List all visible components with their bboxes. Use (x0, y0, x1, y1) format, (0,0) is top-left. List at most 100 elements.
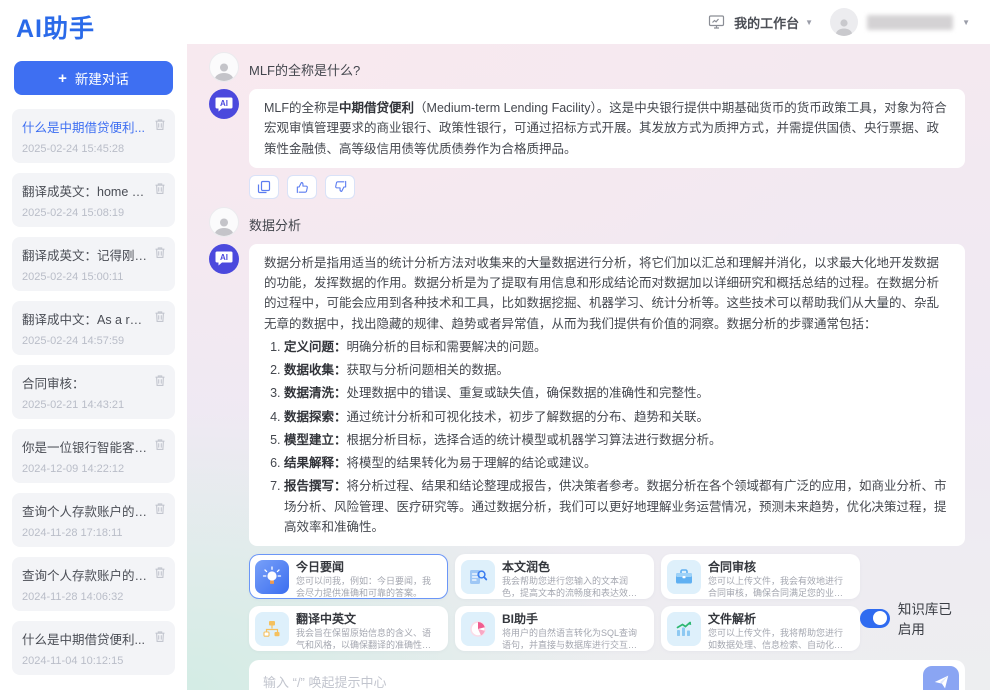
conversation-title: 翻译成中文：As a reader... (22, 309, 165, 328)
ai-message-row: AI 数据分析是指用适当的统计分析方法对收集来的大量数据进行分析，将它们加以汇总… (209, 244, 965, 546)
conversation-title: 查询个人存款账户的最新... (22, 565, 165, 584)
workspace-label: 我的工作台 (734, 13, 799, 32)
chevron-down-icon[interactable]: ▼ (962, 18, 970, 27)
conversation-item[interactable]: 你是一位银行智能客服，... 2024-12-09 14:22:12 (12, 429, 175, 483)
knowledge-base-toggle[interactable] (860, 609, 890, 628)
card-file-parse[interactable]: 文件解析 您可以上传文件，我将帮助您进行如数据处理、信息检索、自动化办公等。 (661, 606, 860, 651)
conversation-title: 翻译成英文：记得刚开始... (22, 245, 165, 264)
conversation-timestamp: 2025-02-24 15:00:11 (22, 271, 165, 283)
card-title: 文件解析 (708, 612, 851, 627)
card-title: 翻译中英文 (296, 612, 439, 627)
knowledge-base-label: 知识库已启用 (898, 598, 965, 638)
answer-prefix: MLF的全称是 (264, 101, 339, 115)
conversation-timestamp: 2024-11-28 17:18:11 (22, 527, 165, 539)
delete-conversation-icon[interactable] (154, 182, 166, 195)
conversation-title: 翻译成英文：home home (22, 181, 165, 200)
delete-conversation-icon[interactable] (154, 566, 166, 579)
analysis-step: 定义问题：明确分析的目标和需要解决的问题。 (284, 337, 950, 357)
step-term: 数据探索： (284, 410, 347, 424)
conversation-list: 什么是中期借贷便利... 2025-02-24 15:45:28 翻译成英文：h… (0, 109, 187, 675)
conversation-title: 什么是中期借贷便利... (22, 117, 165, 136)
bulb-icon (255, 560, 289, 594)
card-title: BI助手 (502, 612, 645, 627)
user-avatar[interactable] (830, 8, 858, 36)
card-description: 您可以上传文件，我会有效地进行合同审核，确保合同满足您的业务需求。 (708, 575, 851, 599)
user-message-row: 数据分析 (209, 207, 965, 237)
username-redacted (867, 15, 953, 30)
step-term: 模型建立： (284, 433, 347, 447)
workspace-menu[interactable]: 我的工作台 ▼ (734, 13, 813, 32)
delete-conversation-icon[interactable] (154, 438, 166, 451)
card-description: 我会帮助您进行您输入的文本润色，提高文本的流畅度和表达效果。 (502, 575, 645, 599)
toggle-knob (873, 611, 887, 625)
conversation-timestamp: 2024-11-28 14:06:32 (22, 591, 165, 603)
top-header: 我的工作台 ▼ ▼ (187, 0, 990, 44)
send-button[interactable] (923, 666, 959, 690)
card-description: 我会旨在保留原始信息的含义、语气和风格，以确保翻译的准确性和自然流畅。 (296, 627, 439, 651)
conversation-item[interactable]: 什么是中期借贷便利... 2024-11-04 10:12:15 (12, 621, 175, 675)
conversation-item[interactable]: 翻译成英文：记得刚开始... 2025-02-24 15:00:11 (12, 237, 175, 291)
thumbs-up-button[interactable] (287, 175, 317, 199)
card-bi-assistant[interactable]: BI助手 将用户的自然语言转化为SQL查询语句，并直接与数据库进行交互，返回智能… (455, 606, 654, 651)
feature-cards-grid: 今日要闻 您可以问我，例如：今日要闻，我会尽力提供准确和可靠的答案。 本文润色 … (249, 554, 860, 651)
workspace-monitor-icon (708, 14, 725, 30)
card-daily-news[interactable]: 今日要闻 您可以问我，例如：今日要闻，我会尽力提供准确和可靠的答案。 (249, 554, 448, 599)
step-desc: 处理数据中的错误、重复或缺失值，确保数据的准确性和完整性。 (347, 386, 710, 400)
conversation-timestamp: 2024-11-04 10:12:15 (22, 655, 165, 667)
conversation-item[interactable]: 查询个人存款账户的最新... 2024-11-28 17:18:11 (12, 493, 175, 547)
knowledge-base-toggle-group: 知识库已启用 (860, 598, 965, 638)
ai-avatar: AI (209, 89, 239, 119)
step-term: 报告撰写： (284, 479, 347, 493)
conversation-timestamp: 2025-02-21 14:43:21 (22, 399, 165, 411)
conversation-timestamp: 2025-02-24 15:08:19 (22, 207, 165, 219)
user-message-row: MLF的全称是什么? (209, 52, 965, 82)
chat-area: MLF的全称是什么? AI MLF的全称是中期借贷便利（Medium-term … (187, 44, 990, 690)
new-chat-button[interactable]: + 新建对话 (14, 61, 173, 95)
feature-cards-zone: 今日要闻 您可以问我，例如：今日要闻，我会尽力提供准确和可靠的答案。 本文润色 … (249, 554, 965, 651)
user-message-text: MLF的全称是什么? (249, 52, 360, 82)
analysis-step: 数据收集：获取与分析问题相关的数据。 (284, 360, 950, 380)
card-translate[interactable]: 翻译中英文 我会旨在保留原始信息的含义、语气和风格，以确保翻译的准确性和自然流畅… (249, 606, 448, 651)
card-contract-review[interactable]: 合同审核 您可以上传文件，我会有效地进行合同审核，确保合同满足您的业务需求。 (661, 554, 860, 599)
message-actions (249, 175, 965, 199)
new-chat-label: 新建对话 (75, 68, 129, 88)
card-description: 您可以上传文件，我将帮助您进行如数据处理、信息检索、自动化办公等。 (708, 627, 851, 651)
analysis-step: 结果解释：将模型的结果转化为易于理解的结论或建议。 (284, 453, 950, 473)
user-message-avatar (209, 52, 239, 82)
card-description: 您可以问我，例如：今日要闻，我会尽力提供准确和可靠的答案。 (296, 575, 439, 599)
copy-button[interactable] (249, 175, 279, 199)
conversation-title: 什么是中期借贷便利... (22, 629, 165, 648)
message-input[interactable] (263, 675, 923, 690)
analysis-step: 报告撰写：将分析过程、结果和结论整理成报告，供决策者参考。数据分析在各个领域都有… (284, 476, 950, 537)
conversation-item[interactable]: 翻译成中文：As a reader... 2025-02-24 14:57:59 (12, 301, 175, 355)
conversation-title: 查询个人存款账户的最新... (22, 501, 165, 520)
user-message-text: 数据分析 (249, 207, 301, 237)
conversation-item[interactable]: 翻译成英文：home home 2025-02-24 15:08:19 (12, 173, 175, 227)
delete-conversation-icon[interactable] (154, 118, 166, 131)
briefcase-icon (667, 560, 701, 594)
conversation-item[interactable]: 合同审核： 2025-02-21 14:43:21 (12, 365, 175, 419)
chevron-down-icon: ▼ (805, 18, 813, 27)
delete-conversation-icon[interactable] (154, 502, 166, 515)
delete-conversation-icon[interactable] (154, 374, 166, 387)
delete-conversation-icon[interactable] (154, 310, 166, 323)
delete-conversation-icon[interactable] (154, 630, 166, 643)
composer-bar (249, 660, 965, 690)
delete-conversation-icon[interactable] (154, 246, 166, 259)
conversation-title: 合同审核： (22, 373, 165, 392)
conversation-item[interactable]: 什么是中期借贷便利... 2025-02-24 15:45:28 (12, 109, 175, 163)
svg-text:AI: AI (220, 99, 228, 108)
conversation-item[interactable]: 查询个人存款账户的最新... 2024-11-28 14:06:32 (12, 557, 175, 611)
step-desc: 将模型的结果转化为易于理解的结论或建议。 (347, 456, 597, 470)
card-text-polish[interactable]: 本文润色 我会帮助您进行您输入的文本润色，提高文本的流畅度和表达效果。 (455, 554, 654, 599)
step-term: 定义问题： (284, 340, 347, 354)
chart-up-icon (667, 612, 701, 646)
analysis-steps-list: 定义问题：明确分析的目标和需要解决的问题。 数据收集：获取与分析问题相关的数据。… (264, 337, 950, 537)
answer-bold-term: 中期借贷便利 (339, 101, 414, 115)
ai-message-row: AI MLF的全称是中期借贷便利（Medium-term Lending Fac… (209, 89, 965, 168)
step-term: 数据收集： (284, 363, 347, 377)
analysis-step: 模型建立：根据分析目标，选择合适的统计模型或机器学习算法进行数据分析。 (284, 430, 950, 450)
thumbs-down-button[interactable] (325, 175, 355, 199)
ai-assistant-app: AI助手 + 新建对话 什么是中期借贷便利... 2025-02-24 15:4… (0, 0, 990, 690)
translate-icon (255, 612, 289, 646)
